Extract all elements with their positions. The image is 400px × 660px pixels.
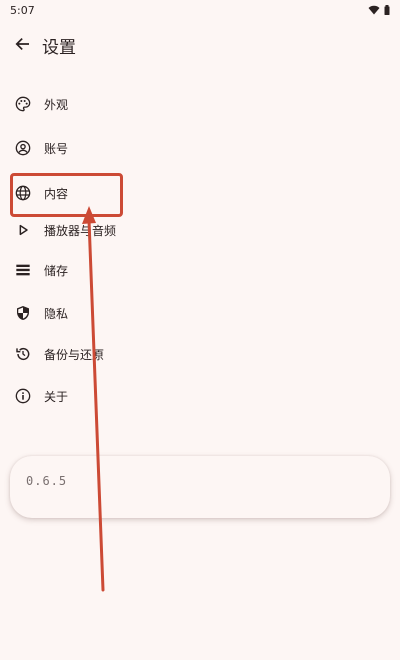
menu-item-label: 外观 — [44, 97, 69, 112]
palette-icon — [15, 96, 31, 112]
battery-icon — [384, 5, 390, 15]
menu-item-label: 账号 — [44, 141, 69, 156]
menu-item-appearance[interactable]: 外观 — [0, 84, 400, 124]
menu-item-storage[interactable]: 储存 — [0, 250, 400, 290]
menu-item-account[interactable]: 账号 — [0, 128, 400, 168]
menu-item-backup-restore[interactable]: 备份与还原 — [0, 334, 400, 374]
status-icons — [368, 5, 390, 15]
app-bar: 设置 — [0, 24, 400, 64]
menu-item-label: 备份与还原 — [44, 347, 105, 362]
menu-item-label: 关于 — [44, 389, 69, 404]
version-text: 0.6.5 — [26, 474, 68, 488]
status-time: 5:07 — [10, 3, 35, 17]
version-card: 0.6.5 — [10, 456, 390, 518]
page-title: 设置 — [42, 38, 76, 58]
info-icon — [15, 388, 31, 404]
menu-item-label: 隐私 — [44, 306, 69, 321]
wifi-icon — [368, 5, 380, 15]
shield-icon — [15, 305, 31, 321]
arrow-back-icon — [15, 37, 29, 51]
restore-icon — [15, 346, 31, 362]
back-button[interactable] — [8, 30, 36, 58]
menu-item-label: 储存 — [44, 263, 69, 278]
highlight-box — [10, 173, 123, 217]
play-arrow-icon — [15, 222, 31, 238]
storage-list-icon — [15, 262, 31, 278]
account-circle-icon — [15, 140, 31, 156]
menu-item-about[interactable]: 关于 — [0, 376, 400, 416]
menu-item-privacy[interactable]: 隐私 — [0, 293, 400, 333]
status-bar: 5:07 — [0, 0, 400, 20]
menu-item-label: 播放器与音频 — [44, 223, 117, 238]
